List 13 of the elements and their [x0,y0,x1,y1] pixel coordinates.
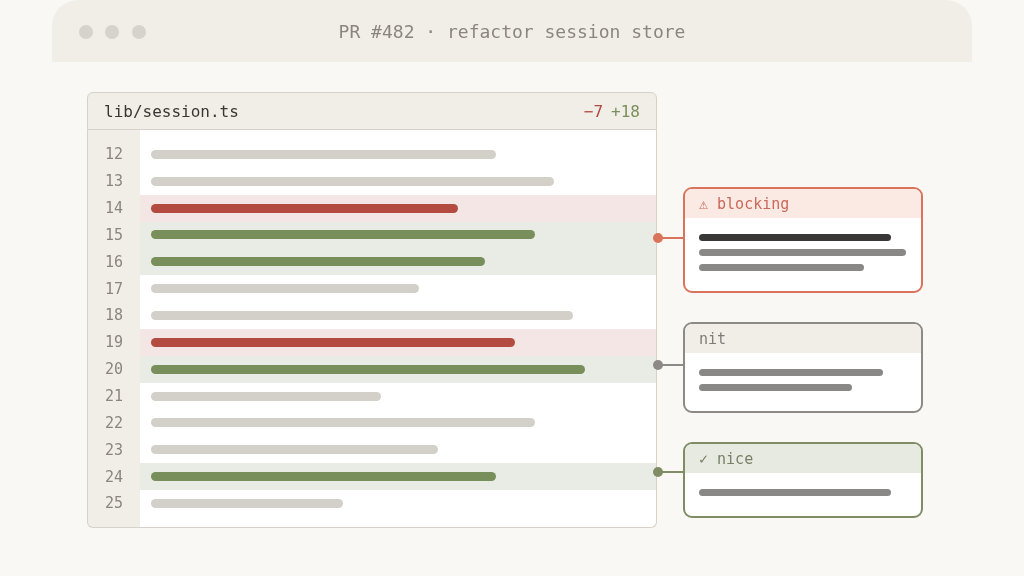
window-title: PR #482 · refactor session store [338,20,686,42]
comment-label: nit [685,324,921,353]
comment-label: ⚠ blocking [685,189,921,218]
line-number: 16 [88,248,140,276]
line-number: 20 [88,355,140,383]
additions-count: +18 [611,101,640,121]
file-name: lib/session.ts [104,101,239,121]
comment-label: ✓ nice [685,444,921,473]
line-number: 19 [88,328,140,356]
line-number: 14 [88,194,140,222]
line-number: 15 [88,221,140,249]
deletions-count: −7 [583,101,604,121]
line-number: 24 [88,463,140,490]
